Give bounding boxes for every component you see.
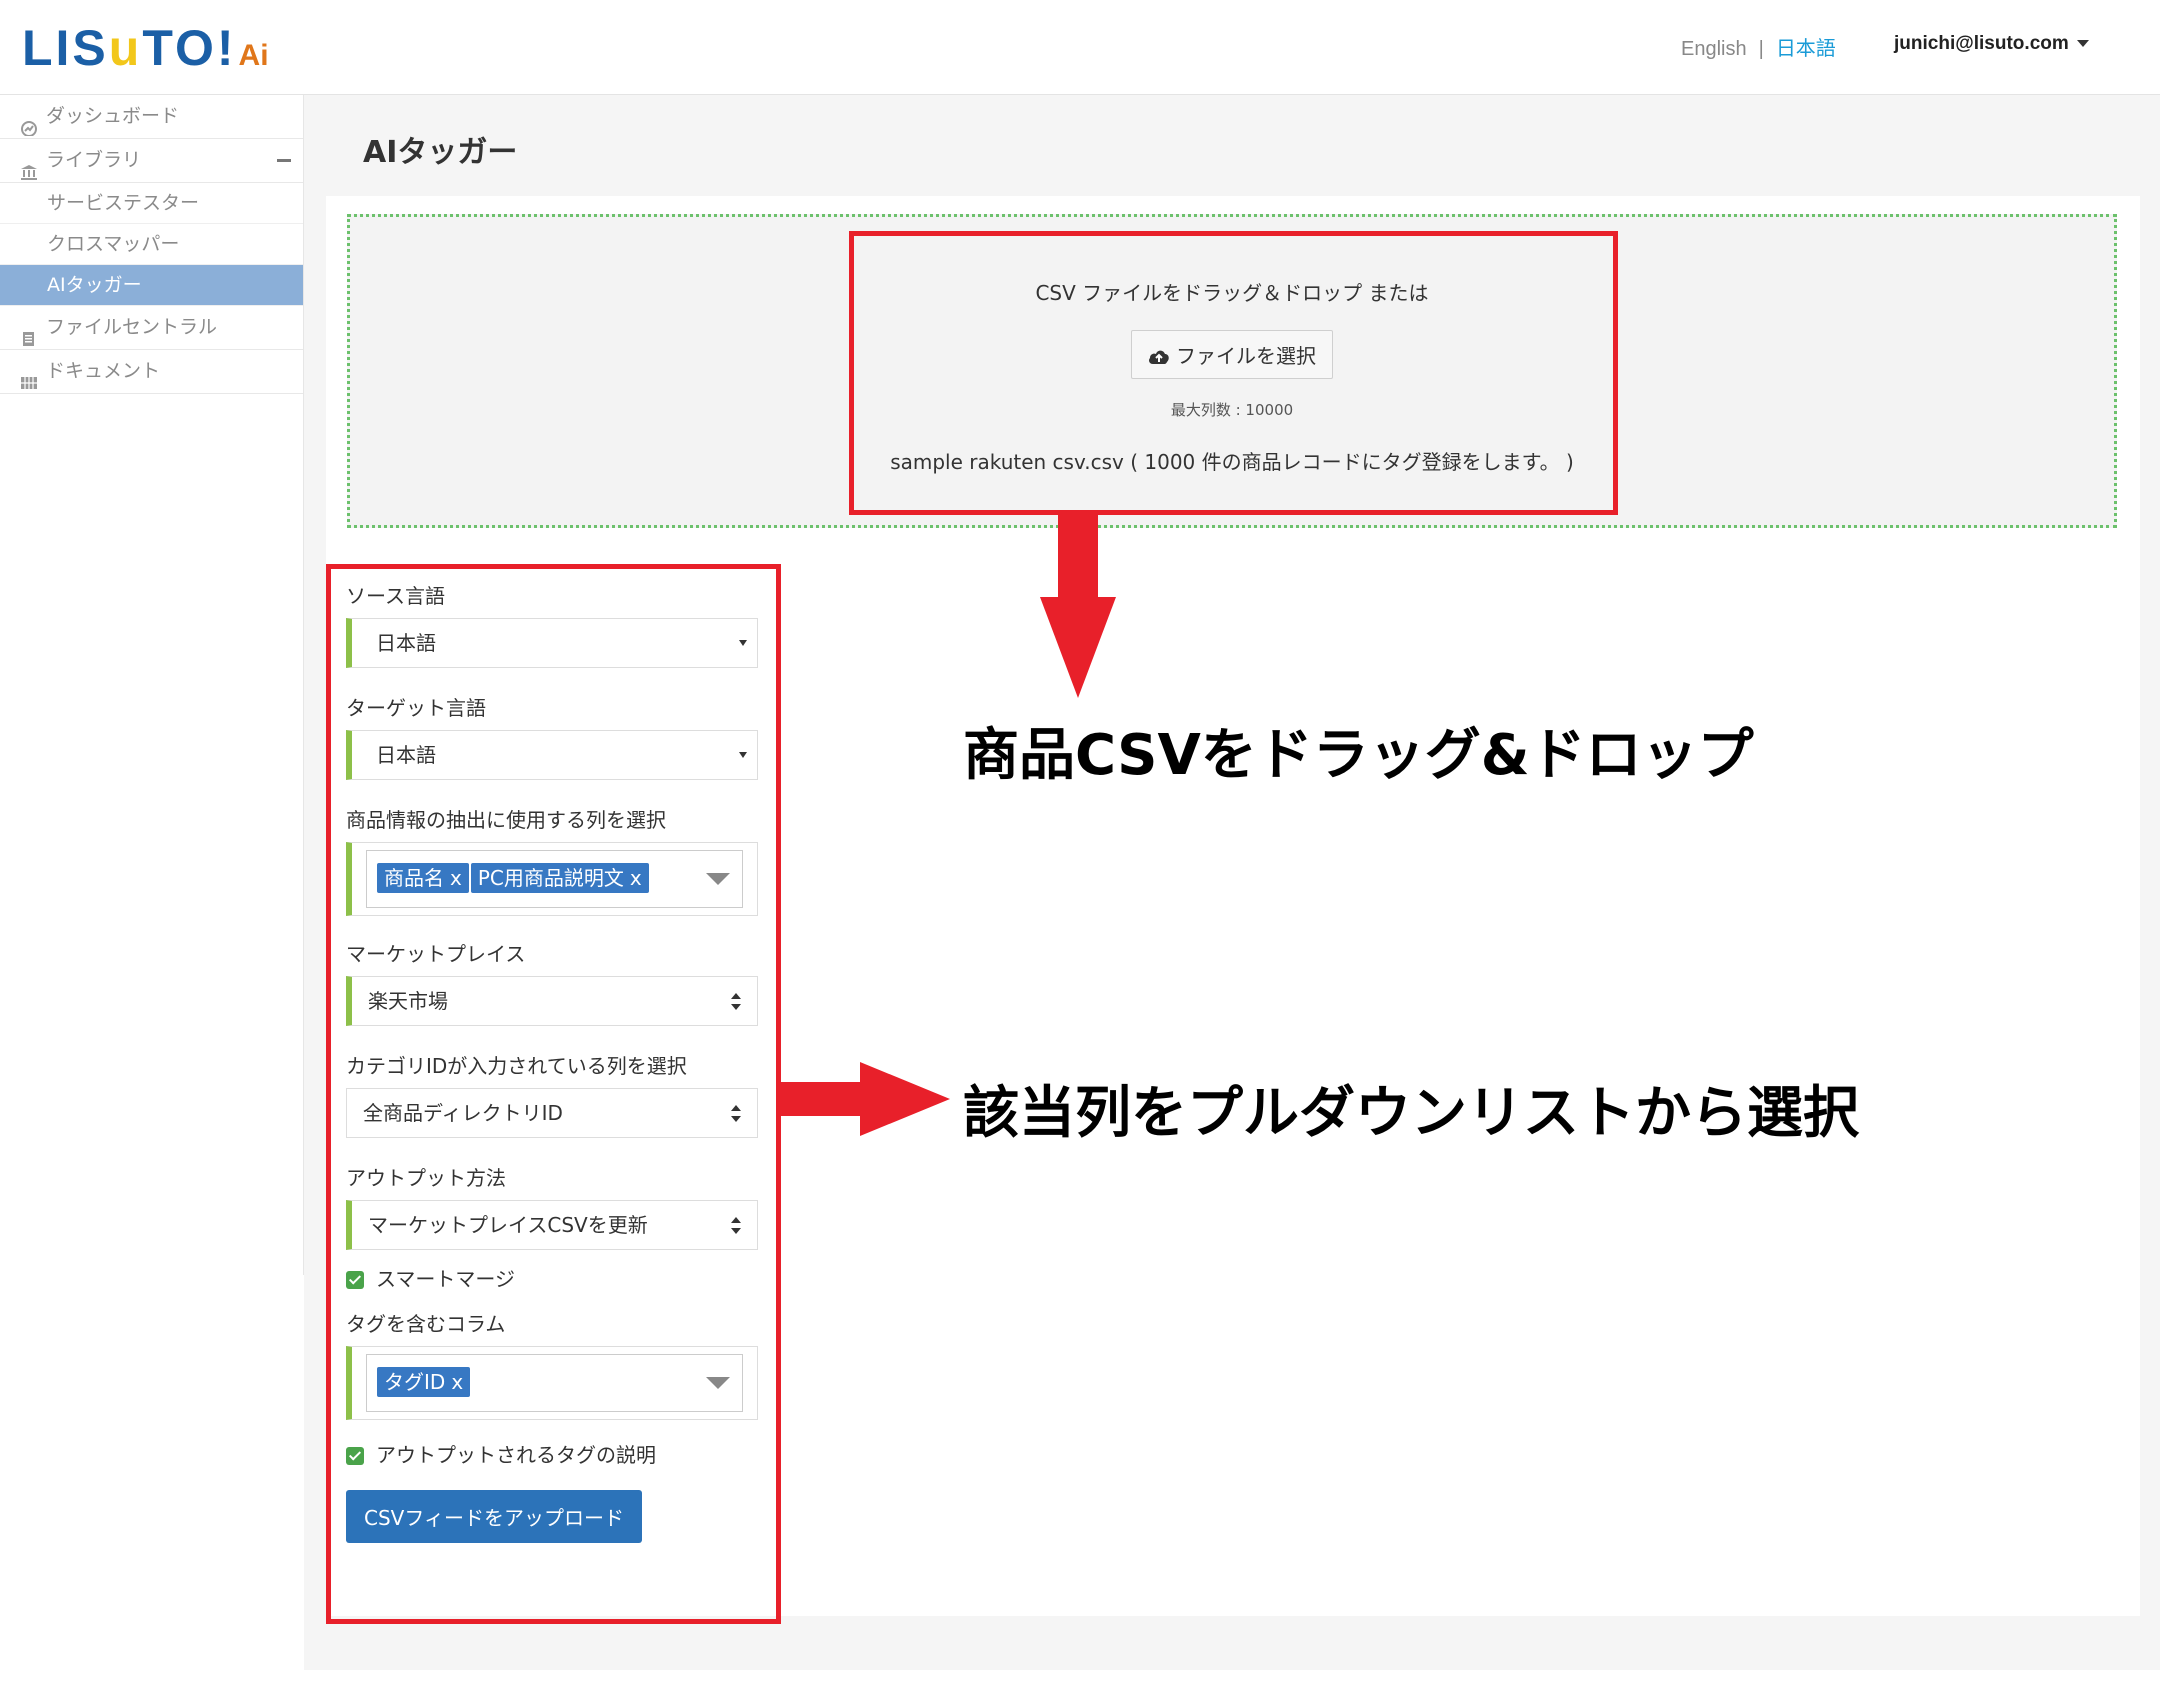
red-arrow-right-icon (778, 1062, 950, 1136)
sidebar-item-label: ドキュメント (46, 360, 161, 382)
sidebar-item-library[interactable]: ライブラリ (0, 139, 303, 183)
annotation-pulldown: 該当列をプルダウンリストから選択 (963, 1081, 1859, 1146)
annotation-drag-drop: 商品CSVをドラッグ&ドロップ (963, 723, 1754, 788)
lang-japanese-link[interactable]: 日本語 (1776, 38, 1836, 60)
sidebar-item-dashboard[interactable]: ダッシュボード (0, 95, 303, 139)
lisuto-logo[interactable]: LISuTO!Ai (22, 20, 269, 76)
grid-icon (20, 364, 38, 389)
dashboard-icon (20, 109, 38, 137)
page-title: AIタッガー (363, 135, 518, 170)
logo-text: LISuTO! (22, 20, 237, 76)
user-menu[interactable]: junichi@lisuto.com (1894, 33, 2089, 55)
file-icon (20, 320, 38, 346)
sidebar-item-cross-mapper[interactable]: クロスマッパー (0, 224, 303, 265)
bank-icon (20, 153, 38, 180)
sidebar-item-documents[interactable]: ドキュメント (0, 350, 303, 394)
sidebar-item-label: ライブラリ (46, 149, 142, 171)
sidebar-item-service-tester[interactable]: サービステスター (0, 183, 303, 224)
logo-ai: Ai (238, 39, 269, 72)
lang-separator: | (1758, 38, 1764, 60)
annotation-box-dropzone (849, 231, 1618, 515)
collapse-minus-icon[interactable] (277, 159, 291, 162)
sidebar: ダッシュボード ライブラリ サービステスター クロスマッパー AIタッガー ファ… (0, 95, 304, 1275)
sidebar-item-ai-tagger[interactable]: AIタッガー (0, 265, 303, 306)
language-switcher: English | 日本語 (1681, 32, 1836, 61)
user-email: junichi@lisuto.com (1894, 33, 2069, 54)
sidebar-item-label: ファイルセントラル (46, 316, 218, 338)
sidebar-item-label: ダッシュボード (46, 105, 180, 127)
top-header: LISuTO!Ai English | 日本語 junichi@lisuto.com (0, 0, 2160, 95)
sidebar-item-file-central[interactable]: ファイルセントラル (0, 306, 303, 350)
annotation-box-form (326, 564, 781, 1624)
lang-english-link[interactable]: English (1681, 38, 1747, 60)
caret-down-icon (2076, 40, 2089, 48)
red-arrow-down-icon (1040, 512, 1116, 698)
